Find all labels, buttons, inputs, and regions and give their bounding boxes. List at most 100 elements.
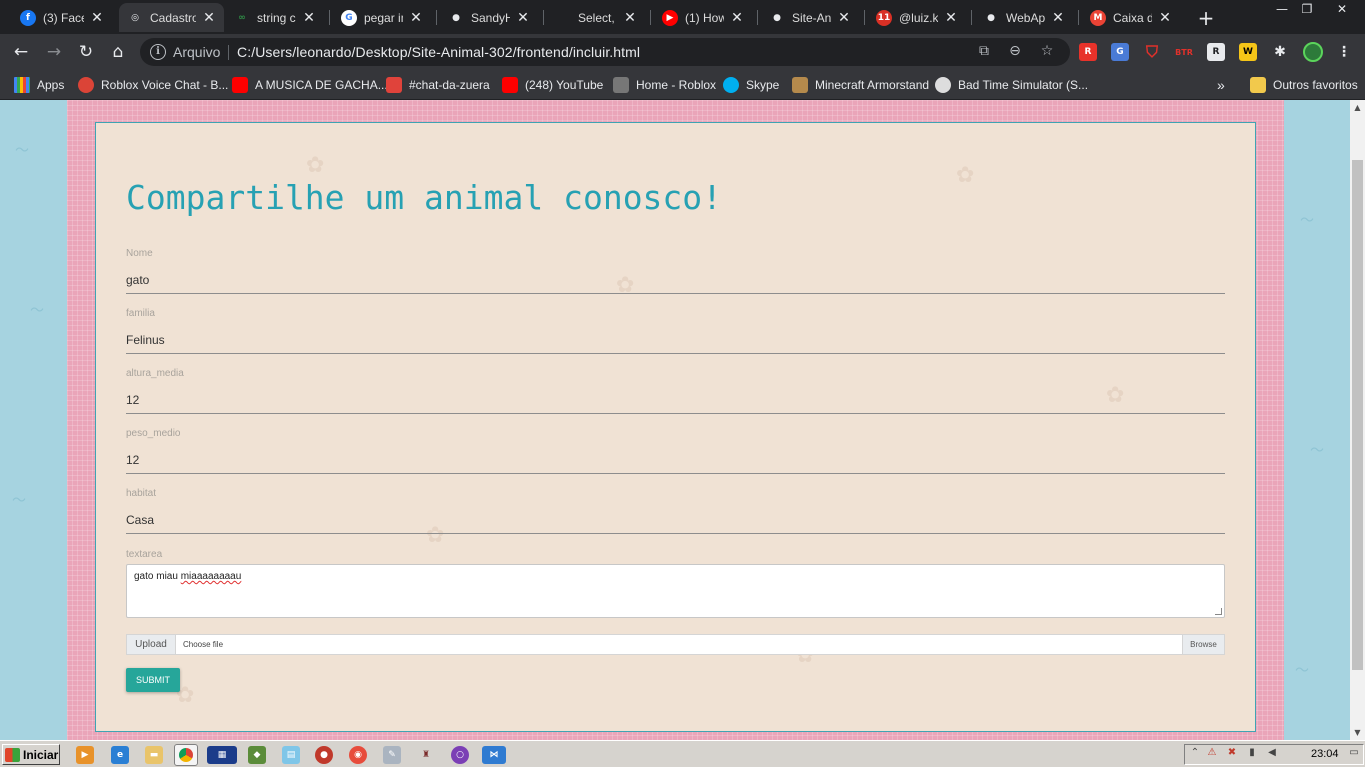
familia-input[interactable] [126,330,1225,350]
browser-toolbar: ← → ↻ ⌂ i Arquivo C:/Users/leonardo/Desk… [0,34,1365,70]
bookmark-item[interactable]: Minecraft Armorstand [792,76,929,94]
app-ring-icon[interactable]: ○ [451,746,469,764]
explorer-folder-icon[interactable]: ▬ [145,746,163,764]
network-icon[interactable]: ⚠ [1205,747,1219,761]
notification-icon[interactable]: ▭ [1347,747,1361,761]
github-icon: ● [452,12,460,23]
w-extension-icon[interactable]: W [1239,43,1257,61]
altura-media-input[interactable] [126,390,1225,410]
recorder-icon[interactable]: ● [315,746,333,764]
minimize-button[interactable]: — [1268,0,1296,18]
scroll-up-icon[interactable]: ▲ [1350,100,1365,115]
bookmark-item[interactable]: A MUSICA DE GACHA... [232,76,388,94]
other-bookmarks-label: Outros favoritos [1273,78,1358,92]
bookmark-item[interactable]: #chat-da-zuera [386,76,490,94]
choose-file-input[interactable]: Choose file [176,635,1182,654]
bookmark-item[interactable]: (248) YouTube [502,76,603,94]
tab-8[interactable]: ● Site-Anim ✕ [761,3,859,32]
tray-expand-icon[interactable]: ⌃ [1188,747,1202,761]
vertical-scrollbar[interactable]: ▲ ▼ [1350,100,1365,740]
bookmark-item[interactable]: Roblox Voice Chat - B... [78,76,228,94]
chrome-taskbar-icon[interactable] [174,744,198,766]
roblox-extension-icon[interactable]: R [1079,43,1097,61]
submit-button[interactable]: SUBMIT [126,668,180,692]
menu-dots-icon[interactable]: ⋮ [1335,43,1353,61]
tab-close-icon[interactable]: ✕ [409,10,423,26]
browse-button[interactable]: Browse [1182,635,1224,654]
tab-close-icon[interactable]: ✕ [516,10,530,26]
file-upload-group[interactable]: Upload Choose file Browse [126,634,1225,655]
new-tab-button[interactable]: + [1196,6,1216,30]
bookmark-item[interactable]: Home - Roblox [613,76,716,94]
star-bookmark-icon[interactable]: ☆ [1038,43,1056,61]
tab-close-icon[interactable]: ✕ [302,10,316,26]
restore-button[interactable]: ❐ [1293,0,1321,18]
url-text[interactable]: C:/Users/leonardo/Desktop/Site-Animal-30… [237,44,640,60]
description-textarea[interactable]: gato miau miaaaaaaaau [126,564,1225,618]
extensions-puzzle-icon[interactable]: ✱ [1271,43,1289,61]
btr-extension-icon[interactable]: BTR [1175,43,1193,61]
tab-close-icon[interactable]: ✕ [944,10,958,26]
firefox-icon[interactable]: ◉ [349,746,367,764]
tab-close-icon[interactable]: ✕ [1158,10,1172,26]
tab-9[interactable]: 11 @luiz.klit ✕ [868,3,966,32]
address-bar[interactable]: i Arquivo C:/Users/leonardo/Desktop/Site… [140,38,1070,66]
home-icon[interactable]: ⌂ [107,41,129,63]
resize-grip-icon[interactable] [1215,608,1222,615]
zoom-icon[interactable]: ⊖ [1006,43,1024,61]
tab-4[interactable]: Gpegar ima ✕ [333,3,431,32]
start-button[interactable]: Iniciar [2,744,60,765]
bookmark-item[interactable]: Skype [723,76,779,94]
tab-1[interactable]: f (3) Faceb ✕ [12,3,112,32]
game-character-icon[interactable]: ♜ [417,746,435,764]
bookmark-item[interactable]: Bad Time Simulator (S... [935,76,1088,94]
field-underline [126,413,1225,414]
tab-7[interactable]: ▶ (1) How t ✕ [654,3,752,32]
shield-extension-icon[interactable]: ⛉ [1143,42,1161,61]
back-arrow-icon[interactable]: ← [10,41,32,63]
field-label: familia [126,308,155,319]
translate-icon[interactable]: ⧉ [975,43,993,61]
profile-avatar[interactable] [1303,42,1323,62]
security-alert-icon[interactable]: ✖ [1225,747,1239,761]
tab-close-icon[interactable]: ✕ [623,10,637,26]
volume-icon[interactable]: ◀ [1265,747,1279,761]
reload-icon[interactable]: ↻ [75,41,97,63]
peso-medio-input[interactable] [126,450,1225,470]
tab-6[interactable]: Select, In ✕ [547,3,645,32]
other-bookmarks-folder[interactable]: Outros favoritos [1250,76,1358,94]
forward-arrow-icon[interactable]: → [43,41,65,63]
tab-3[interactable]: ∞ string cap ✕ [226,3,324,32]
tab-title: Site-Anim [792,10,831,25]
roblox-plus-extension-icon[interactable]: R [1207,43,1225,61]
tab-close-icon[interactable]: ✕ [1051,10,1065,26]
media-player-icon[interactable]: ▶ [76,746,94,764]
close-window-button[interactable]: ✕ [1328,0,1356,18]
bookmark-item[interactable]: Apps [14,76,64,94]
tab-close-icon[interactable]: ✕ [837,10,851,26]
tab-close-icon[interactable]: ✕ [90,10,104,26]
google-translate-extension-icon[interactable]: G [1111,43,1129,61]
tab-11[interactable]: M Caixa de ✕ [1082,3,1180,32]
notepad-icon[interactable]: ▤ [282,746,300,764]
battery-icon[interactable]: ▮ [1245,747,1259,761]
bird-pattern-icon: 〜 [12,493,26,509]
tab-close-icon[interactable]: ✕ [730,10,744,26]
habitat-input[interactable] [126,510,1225,530]
tab-close-icon[interactable]: ✕ [202,10,216,26]
paint-icon[interactable]: ✎ [383,746,401,764]
bookmarks-overflow-button[interactable]: » [1217,76,1225,94]
vscode-icon[interactable]: ⋈ [482,746,506,764]
minecraft-icon[interactable]: ◆ [248,746,266,764]
info-icon[interactable]: i [150,44,166,60]
tab-5[interactable]: ● SandyHo ✕ [440,3,538,32]
tab-2[interactable]: ◎ Cadastro ✕ [119,3,224,32]
skype-icon [723,77,739,93]
internet-explorer-icon[interactable]: e [111,746,129,764]
tab-10[interactable]: ● WebApp ✕ [975,3,1073,32]
scroll-down-icon[interactable]: ▼ [1350,725,1365,740]
calculator-icon[interactable]: ▦ [207,746,237,764]
facebook-icon: f [20,9,36,26]
nome-input[interactable] [126,270,1225,290]
scrollbar-thumb[interactable] [1352,160,1363,670]
